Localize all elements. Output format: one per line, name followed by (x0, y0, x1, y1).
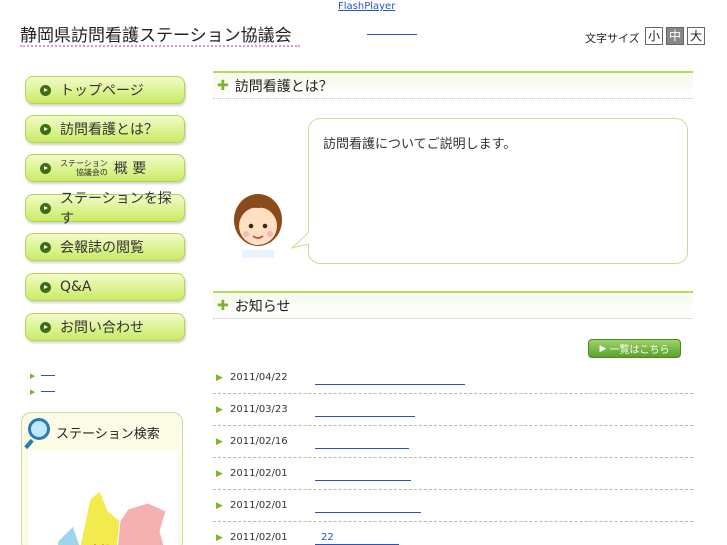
news-title-link[interactable]: 22 (315, 532, 399, 545)
map-region-west (57, 525, 81, 545)
title-underline (20, 45, 300, 47)
news-date: 2011/03/23 (230, 404, 288, 415)
triangle-icon: ▶ (216, 501, 223, 511)
nav-label: Q&A (60, 279, 92, 295)
map-region-east (117, 502, 167, 545)
about-section-heading: ✚ 訪問看護とは？ (213, 71, 693, 99)
nav-label: トップページ (60, 83, 144, 99)
header-link[interactable] (367, 34, 417, 35)
arrow-bullet-icon (40, 321, 51, 333)
nav-find-station[interactable]: ステーションを探す (25, 191, 185, 227)
news-title-link[interactable] (315, 372, 465, 385)
news-title-link[interactable] (315, 436, 409, 449)
magnifier-icon (28, 418, 50, 440)
news-heading-text: お知らせ (234, 298, 291, 315)
news-row: ▶ 2011/02/01 22 (213, 522, 693, 545)
nav-small-line-1: ステーション (60, 159, 108, 168)
arrow-bullet-icon (40, 123, 51, 135)
station-search-box: ステーション検索 中部 (21, 412, 183, 545)
side-link-1[interactable]: ▶ (30, 370, 56, 381)
prefecture-map[interactable]: 中部 (28, 451, 178, 545)
nav-label: 概 要 (113, 161, 147, 177)
font-size-medium-button[interactable]: 中 (666, 27, 684, 45)
font-size-small-button[interactable]: 小 (645, 27, 663, 45)
news-row: ▶ 2011/04/22 (213, 362, 693, 394)
site-title[interactable]: 静岡県訪問看護ステーション協議会 (20, 21, 292, 46)
triangle-icon: ▶ (216, 437, 223, 447)
news-date: 2011/02/01 (230, 532, 288, 543)
news-date: 2011/02/16 (230, 436, 288, 447)
arrow-bullet-icon (40, 162, 51, 174)
flash-player-link[interactable]: FlashPlayer (338, 1, 395, 12)
triangle-icon: ▶ (216, 533, 223, 543)
nav-contact[interactable]: お問い合わせ (25, 313, 185, 341)
speech-bubble-tail (290, 232, 311, 249)
news-title-link[interactable] (315, 500, 421, 513)
nav-bulletin[interactable]: 会報誌の閲覧 (25, 233, 185, 261)
plus-icon: ✚ (217, 297, 229, 314)
nav-label: お問い合わせ (60, 320, 144, 336)
triangle-icon: ▶ (216, 373, 223, 383)
arrow-bullet-icon (40, 202, 51, 214)
arrow-bullet-icon (40, 84, 51, 96)
font-size-large-button[interactable]: 大 (687, 27, 705, 45)
nav-qa[interactable]: Q&A (25, 273, 185, 301)
nav-association-overview[interactable]: ステーション 協議会の 概 要 (25, 154, 185, 182)
plus-icon: ✚ (217, 77, 229, 94)
triangle-icon: ▶ (30, 372, 36, 380)
arrow-bullet-icon (40, 241, 51, 253)
nav-about-visiting-nursing[interactable]: 訪問看護とは？ (25, 115, 185, 143)
news-row: ▶ 2011/02/01 (213, 490, 693, 522)
about-description[interactable]: 訪問看護についてご説明します。 (323, 133, 516, 152)
nav-label: ステーションを探す (60, 191, 172, 227)
font-size-label: 文字サイズ (585, 32, 640, 45)
nurse-avatar (228, 186, 288, 258)
map-region-central (79, 490, 121, 545)
triangle-icon: ▶ (216, 405, 223, 415)
news-list-button[interactable]: ▶ 一覧はこちら (588, 339, 681, 358)
news-date: 2011/02/01 (230, 468, 288, 479)
nav-small-line-2: 協議会の (75, 168, 108, 177)
side-link-2[interactable]: ▶ (30, 386, 56, 397)
station-search-title: ステーション検索 (56, 427, 160, 442)
news-title-link[interactable] (315, 404, 415, 417)
nav-label: 訪問看護とは？ (60, 122, 158, 138)
news-date: 2011/02/01 (230, 500, 288, 511)
triangle-icon: ▶ (30, 388, 36, 396)
nav-small-label: ステーション 協議会の (60, 159, 108, 177)
news-section-heading: ✚ お知らせ (213, 291, 693, 319)
news-row: ▶ 2011/02/01 (213, 458, 693, 490)
news-row: ▶ 2011/02/16 (213, 426, 693, 458)
nav-top-page[interactable]: トップページ (25, 76, 185, 104)
nav-label: 会報誌の閲覧 (60, 240, 144, 256)
news-date: 2011/04/22 (230, 372, 288, 383)
news-title-link[interactable] (315, 468, 411, 481)
arrow-bullet-icon (40, 281, 51, 293)
map-label-central: 中部 (90, 541, 110, 545)
triangle-icon: ▶ (216, 469, 223, 479)
news-row: ▶ 2011/03/23 (213, 394, 693, 426)
speech-bubble: 訪問看護についてご説明します。 (308, 118, 688, 264)
about-heading-text: 訪問看護とは？ (234, 78, 333, 95)
news-list-button-label: 一覧はこちら (609, 345, 670, 356)
magnifier-handle (24, 438, 34, 450)
play-arrow-icon: ▶ (599, 343, 607, 354)
